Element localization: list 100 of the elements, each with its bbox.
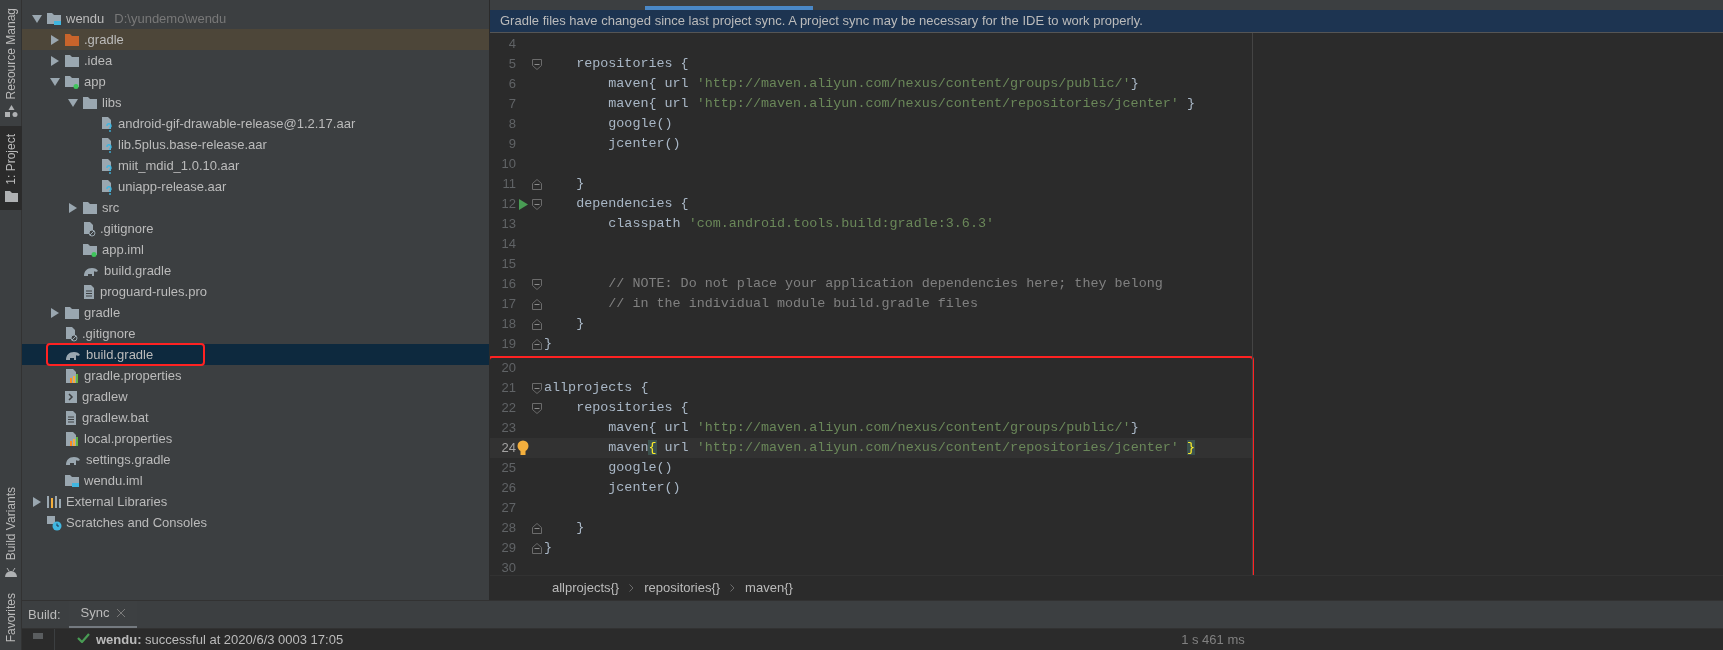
tool-window-label: Resource Manag [3, 8, 19, 100]
expanded-arrow-icon[interactable] [50, 76, 60, 87]
properties-file-icon [64, 430, 80, 447]
tree-item-label: wendu [66, 9, 105, 28]
scratches-icon [46, 514, 62, 531]
tree-item-label: android-gif-drawable-release@1.2.17.aar [118, 114, 356, 133]
line-number: 26 [500, 479, 516, 498]
line-number: 12 [500, 195, 516, 214]
tool-window-label: Build Variants [3, 487, 19, 561]
code-line: google() [607, 458, 673, 477]
chevron-right-icon [629, 584, 635, 592]
line-number: 7 [507, 95, 516, 114]
lightbulb-icon[interactable] [517, 440, 529, 456]
folder-icon [64, 53, 80, 68]
tree-item-label: .gitignore [100, 219, 154, 238]
tree-item[interactable]: wendu D:\yundemo\wendu [22, 8, 489, 29]
unknown-file-icon [100, 136, 114, 153]
code-line: jcenter() [607, 478, 681, 497]
tree-item-label: miit_mdid_1.0.10.aar [118, 156, 240, 175]
collapsed-arrow-icon[interactable] [50, 55, 60, 66]
fold-marker-icon[interactable] [532, 522, 542, 534]
line-number: 15 [500, 255, 516, 274]
tool-window-tab[interactable]: Favorites [0, 584, 22, 650]
expanded-arrow-icon[interactable] [68, 97, 78, 108]
fold-marker-icon[interactable] [532, 542, 542, 554]
folder-icon [64, 305, 80, 320]
tree-item[interactable]: app.iml [22, 239, 489, 260]
tree-item[interactable]: .gradle [22, 29, 489, 50]
tree-item-label: gradlew [82, 387, 128, 406]
line-number: 28 [500, 519, 516, 538]
line-number: 16 [500, 275, 516, 294]
collapsed-arrow-icon[interactable] [68, 202, 78, 213]
tree-item[interactable]: src [22, 197, 489, 218]
expanded-arrow-icon[interactable] [32, 13, 42, 24]
fold-marker-icon[interactable] [532, 278, 542, 290]
unknown-file-icon [100, 157, 114, 174]
tree-item[interactable]: uniapp-release.aar [22, 176, 489, 197]
code-line: } [575, 174, 585, 193]
tree-item[interactable]: gradlew [22, 386, 489, 407]
breadcrumb[interactable]: allprojects{} [552, 578, 620, 598]
code-line: maven{ url 'http://maven.aliyun.com/nexus/content/groups/public/'} [607, 418, 1139, 437]
code-line: maven{ url 'http://maven.aliyun.com/nexus/content/groups/public/'} [607, 74, 1139, 93]
line-number: 20 [500, 359, 516, 378]
tree-item[interactable]: local.properties [22, 428, 489, 449]
text-file-icon [64, 409, 78, 426]
code-line: } [544, 538, 553, 557]
close-icon[interactable] [117, 609, 126, 617]
tree-item[interactable]: libs [22, 92, 489, 113]
tree-item-label: src [102, 198, 120, 217]
code-line: repositories { [575, 398, 689, 417]
collapsed-arrow-icon[interactable] [32, 496, 42, 507]
line-number: 5 [507, 55, 516, 74]
tree-item[interactable]: build.gradle [22, 344, 489, 365]
tree-item[interactable]: gradle [22, 302, 489, 323]
code-line: // in the individual module build.gradle files [607, 294, 978, 313]
fold-marker-icon[interactable] [532, 318, 542, 330]
breadcrumb[interactable]: maven{} [745, 578, 793, 598]
shapes-icon [4, 105, 18, 119]
tree-item[interactable]: .gitignore [22, 218, 489, 239]
tree-item[interactable]: .gitignore [22, 323, 489, 344]
run-icon[interactable] [518, 198, 528, 210]
tree-item[interactable]: miit_mdid_1.0.10.aar [22, 155, 489, 176]
collapsed-arrow-icon[interactable] [50, 34, 60, 45]
collapsed-arrow-icon[interactable] [50, 307, 60, 318]
tree-item[interactable]: lib.5plus.base-release.aar [22, 134, 489, 155]
tree-item[interactable]: .idea [22, 50, 489, 71]
tree-item-label: build.gradle [86, 345, 154, 364]
fold-marker-icon[interactable] [532, 338, 542, 350]
tool-window-tab[interactable]: Resource Manag [0, 0, 22, 127]
line-number: 10 [500, 155, 516, 174]
tree-item[interactable]: app [22, 71, 489, 92]
tree-item[interactable]: gradlew.bat [22, 407, 489, 428]
fold-marker-icon[interactable] [532, 178, 542, 190]
code-line: maven{ url 'http://maven.aliyun.com/nexus/content/repositories/jcenter' } [607, 438, 1195, 457]
fold-marker-icon[interactable] [532, 298, 542, 310]
tree-item[interactable]: android-gif-drawable-release@1.2.17.aar [22, 113, 489, 134]
breadcrumb[interactable]: repositories{} [644, 578, 721, 598]
tree-item[interactable]: build.gradle [22, 260, 489, 281]
build-duration: 1 s 461 ms [1181, 631, 1245, 649]
tree-item[interactable]: wendu.iml [22, 470, 489, 491]
tool-window-tab[interactable]: Build Variants [0, 479, 22, 585]
code-line: maven{ url 'http://maven.aliyun.com/nexus/content/repositories/jcenter' } [607, 94, 1195, 113]
fold-marker-icon[interactable] [532, 198, 542, 210]
fold-marker-icon[interactable] [532, 402, 542, 414]
code-line: dependencies { [575, 194, 689, 213]
libraries-icon [46, 494, 62, 509]
checkmark-icon [77, 633, 90, 643]
line-number: 22 [500, 399, 516, 418]
tool-window-tab[interactable]: 1: Project [0, 126, 22, 211]
tree-item[interactable]: settings.gradle [22, 449, 489, 470]
tree-item[interactable]: proguard-rules.pro [22, 281, 489, 302]
line-number: 11 [501, 175, 516, 194]
code-line: // NOTE: Do not place your application dependencies here; they belong [607, 274, 1163, 293]
fold-marker-icon[interactable] [532, 382, 542, 394]
fold-marker-icon[interactable] [532, 58, 542, 70]
tree-item[interactable]: External Libraries [22, 491, 489, 512]
line-number: 17 [500, 295, 516, 314]
properties-file-icon [64, 367, 80, 384]
tree-item[interactable]: gradle.properties [22, 365, 489, 386]
tree-item[interactable]: Scratches and Consoles [22, 512, 489, 533]
